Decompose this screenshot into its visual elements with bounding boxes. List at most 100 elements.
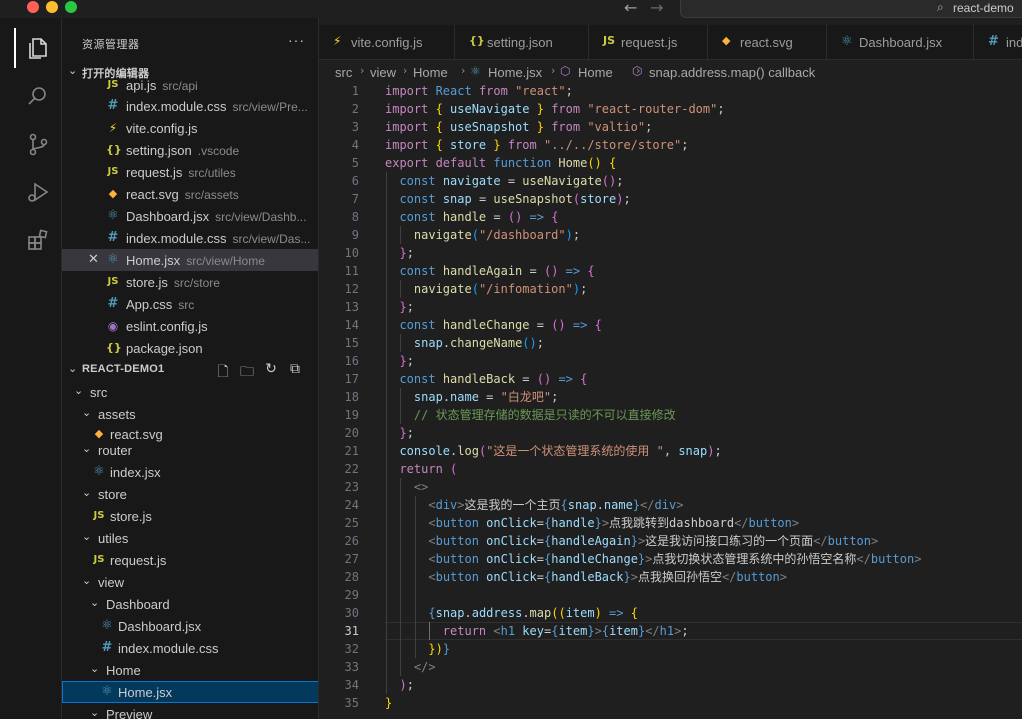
back-arrow-icon[interactable]: ← [624, 0, 637, 17]
open-editor-item[interactable]: ◉ eslint.config.js [62, 315, 318, 337]
code-editor[interactable]: 1 import React from "react"; 2 import { use… [319, 82, 1022, 719]
code-line[interactable]: }; [385, 298, 413, 316]
file-name: request.js [110, 553, 167, 568]
code-line[interactable]: <button onClick={handleChange}>点我切换状态管理系… [385, 550, 921, 568]
tree-folder[interactable]: ⌄ Dashboard [62, 593, 318, 615]
tree-file[interactable]: ⚛ Dashboard.jsx [62, 615, 318, 637]
tree-folder[interactable]: ⌄ utiles [62, 527, 318, 549]
code-line[interactable]: <div>这是我的一个主页{snap.name}</div> [385, 496, 683, 514]
open-editor-item[interactable]: JS store.js src/store [62, 271, 318, 293]
search-view-icon[interactable] [24, 82, 52, 110]
code-line[interactable]: }; [385, 244, 413, 262]
run-debug-icon[interactable] [24, 178, 52, 206]
code-line[interactable]: const snap = useSnapshot(store); [385, 190, 630, 208]
tree-file[interactable]: JS request.js [62, 549, 318, 571]
open-editor-item[interactable]: ⚛ Dashboard.jsx src/view/Dashb... [62, 205, 318, 227]
code-line[interactable]: import { useNavigate } from "react-route… [385, 100, 725, 118]
code-line[interactable]: // 状态管理存储的数据是只读的不可以直接修改 [385, 406, 676, 424]
search-icon: ⌕ [937, 0, 944, 14]
code-line[interactable]: navigate("/infomation"); [385, 280, 587, 298]
tree-folder[interactable]: ⌄ store [62, 483, 318, 505]
code-token: button [748, 516, 792, 530]
code-line[interactable]: const handleChange = () => { [385, 316, 601, 334]
active-view-indicator [14, 28, 16, 68]
code-line[interactable]: import React from "react"; [385, 82, 573, 100]
code-line[interactable]: })} [385, 640, 450, 658]
tree-folder[interactable]: ⌄ router [62, 439, 318, 461]
more-actions-icon[interactable]: ··· [288, 32, 305, 48]
code-line[interactable]: const handle = () => { [385, 208, 558, 226]
open-editor-name: eslint.config.js [126, 319, 208, 334]
breadcrumb-item[interactable]: src [335, 65, 352, 80]
editor-tab[interactable]: ⚛ Dashboard.jsx [827, 25, 974, 59]
code-token: onClick [486, 552, 537, 566]
tree-file[interactable]: ⚛ index.jsx [62, 461, 318, 483]
code-line[interactable]: return ( [385, 460, 457, 478]
code-line[interactable]: console.log("这是一个状态管理系统的使用 ", snap); [385, 442, 721, 460]
breadcrumb-item[interactable]: snap.address.map() callback [649, 65, 815, 80]
open-editor-item[interactable]: {} setting.json .vscode [62, 139, 318, 161]
code-line[interactable]: <> [385, 478, 428, 496]
code-token: const [399, 192, 443, 206]
extensions-icon[interactable] [24, 226, 52, 254]
tree-file[interactable]: JS store.js [62, 505, 318, 527]
open-editor-item[interactable]: # index.module.css src/view/Pre... [62, 95, 318, 117]
breadcrumb-item[interactable]: view [370, 65, 396, 80]
editor-tab[interactable]: ◆ react.svg [708, 25, 827, 59]
code-line[interactable]: <button onClick={handleBack}>点我换回孙悟空</bu… [385, 568, 787, 586]
tree-folder[interactable]: ⌄ Home [62, 659, 318, 681]
window-close-button[interactable] [27, 1, 39, 13]
explorer-files-icon[interactable] [24, 34, 52, 62]
code-line[interactable]: </> [385, 658, 436, 676]
tree-folder[interactable]: ⌄ Preview [62, 703, 318, 719]
source-control-icon[interactable] [24, 130, 52, 158]
code-line[interactable]: const handleBack = () => { [385, 370, 587, 388]
close-icon[interactable]: ✕ [88, 252, 99, 267]
tree-folder[interactable]: ⌄ src [62, 381, 318, 403]
code-line[interactable]: {snap.address.map((item) => { [385, 604, 638, 622]
code-line[interactable]: }; [385, 352, 413, 370]
code-line[interactable]: const handleAgain = () => { [385, 262, 594, 280]
open-editor-item[interactable]: # index.module.css src/view/Das... [62, 227, 318, 249]
project-header[interactable]: ⌄ REACT-DEMO1 🗋 🗀 ↻ ⧉ [62, 359, 318, 381]
command-center-search[interactable]: ⌕ react-demo [680, 0, 1022, 18]
open-editor-item[interactable]: ◆ react.svg src/assets [62, 183, 318, 205]
code-line[interactable]: <button onClick={handle}>点我跳转到dashboard<… [385, 514, 799, 532]
open-editor-item[interactable]: # App.css src [62, 293, 318, 315]
code-line[interactable]: <button onClick={handleAgain}>这是我访问接口练习的… [385, 532, 878, 550]
code-line[interactable]: } [385, 694, 392, 712]
code-line[interactable]: import { store } from "../../store/store… [385, 136, 688, 154]
window-minimize-button[interactable] [46, 1, 58, 13]
code-token: > [871, 534, 879, 548]
code-token: 这是我访问接口练习的一个页面 [645, 534, 814, 548]
breadcrumb-item[interactable]: Home [578, 65, 613, 80]
code-line[interactable]: ); [385, 676, 413, 694]
breadcrumb-item[interactable]: Home [413, 65, 448, 80]
open-editor-item[interactable]: JS api.js src/api [62, 74, 318, 96]
editor-tab[interactable]: {} setting.json [455, 25, 589, 59]
editor-tab[interactable]: # index.module.css [974, 25, 1022, 59]
code-line[interactable]: snap.changeName(); [385, 334, 544, 352]
open-editor-item[interactable]: ⚡ vite.config.js [62, 117, 318, 139]
open-editor-item[interactable]: ✕ ⚛ Home.jsx src/view/Home [62, 249, 318, 271]
open-editor-item[interactable]: {} package.json [62, 337, 318, 359]
code-line[interactable]: }; [385, 424, 413, 442]
code-line[interactable]: export default function Home() { [385, 154, 616, 172]
code-line[interactable]: import { useSnapshot } from "valtio"; [385, 118, 652, 136]
tree-folder[interactable]: ⌄ assets [62, 403, 318, 425]
react-file-icon: ⚛ [470, 64, 481, 78]
tree-file[interactable]: # index.module.css [62, 637, 318, 659]
code-line[interactable]: navigate("/dashboard"); [385, 226, 580, 244]
code-line[interactable]: const navigate = useNavigate(); [385, 172, 623, 190]
forward-arrow-icon[interactable]: → [650, 0, 663, 17]
editor-tab[interactable]: ⚡ vite.config.js [319, 25, 455, 59]
breadcrumb-item[interactable]: Home.jsx [488, 65, 542, 80]
open-editor-item[interactable]: JS request.js src/utiles [62, 161, 318, 183]
tree-folder[interactable]: ⌄ view [62, 571, 318, 593]
code-line[interactable]: snap.name = "白龙吧"; [385, 388, 558, 406]
code-line[interactable]: return <h1 key={item}>{item}</h1>; [385, 622, 689, 640]
tree-file[interactable]: ⚛ Home.jsx [62, 681, 318, 703]
editor-tab[interactable]: JS request.js [589, 25, 708, 59]
window-maximize-button[interactable] [65, 1, 77, 13]
